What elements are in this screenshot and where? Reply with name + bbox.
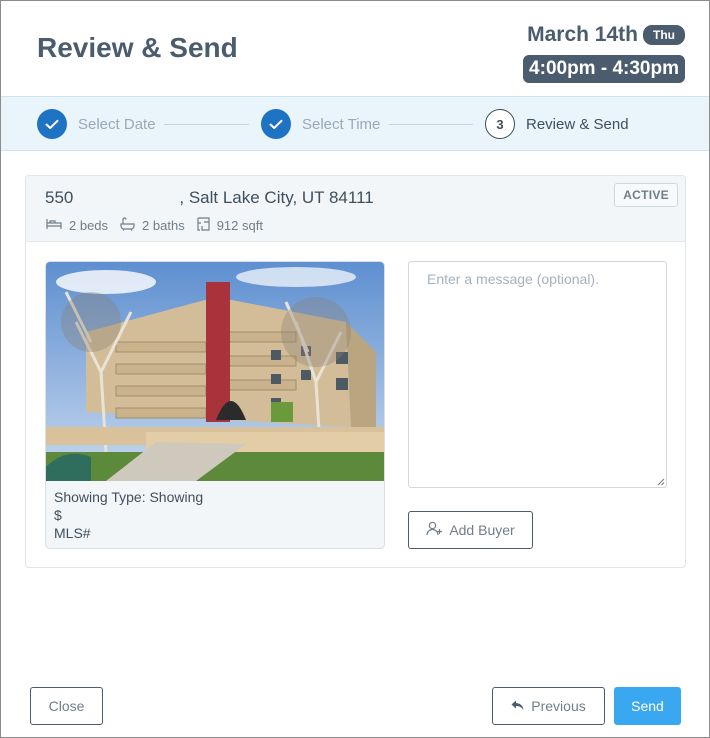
modal-header: Review & Send March 14th Thu 4:00pm - 4:… — [1, 1, 709, 96]
step-select-date[interactable]: Select Date — [37, 109, 156, 139]
review-send-modal: Review & Send March 14th Thu 4:00pm - 4:… — [0, 0, 710, 738]
listing-header: 550 , Salt Lake City, UT 84111 ACTIVE 2 b… — [26, 176, 685, 242]
add-buyer-button[interactable]: Add Buyer — [408, 511, 533, 549]
sqft-text: 912 sqft — [216, 218, 263, 233]
bed-icon — [46, 218, 69, 233]
message-input[interactable] — [408, 261, 667, 488]
listing-mls: MLS# — [54, 525, 91, 541]
beds-text: 2 beds — [69, 218, 109, 233]
bath-icon — [120, 217, 142, 234]
close-button[interactable]: Close — [30, 687, 103, 725]
listing-address: 550 , Salt Lake City, UT 84111 — [45, 188, 374, 208]
step-connector — [164, 124, 249, 125]
address-number: 550 — [45, 188, 74, 207]
listing-details: Showing Type: Showing $ MLS# — [54, 488, 203, 542]
page-title: Review & Send — [37, 32, 238, 63]
step-connector — [389, 124, 473, 125]
beds-fact: 2 beds — [46, 218, 108, 233]
floorplan-icon — [197, 217, 217, 234]
sqft-fact: 912 sqft — [197, 217, 263, 234]
previous-label: Previous — [531, 698, 586, 714]
day-badge: Thu — [643, 25, 685, 45]
send-button[interactable]: Send — [614, 687, 681, 725]
previous-button[interactable]: Previous — [492, 687, 605, 725]
user-plus-icon — [426, 521, 449, 539]
resize-handle-icon[interactable] — [656, 477, 665, 486]
reply-arrow-icon — [511, 698, 531, 714]
check-icon — [261, 109, 291, 139]
appointment-datetime: March 14th Thu 4:00pm - 4:30pm — [523, 23, 685, 83]
step-review-send: 3 Review & Send — [485, 109, 629, 139]
progress-stepper: Select Date Select Time 3 Review & Send — [1, 96, 709, 151]
listing-card: 550 , Salt Lake City, UT 84111 ACTIVE 2 b… — [25, 175, 686, 568]
address-city: , Salt Lake City, UT 84111 — [179, 188, 374, 207]
step-number: 3 — [485, 109, 515, 139]
baths-fact: 2 baths — [120, 217, 185, 234]
appointment-date: March 14th — [527, 23, 638, 46]
listing-facts: 2 beds 2 baths 912 sqft — [46, 217, 275, 234]
step-label: Select Date — [78, 115, 156, 133]
step-select-time[interactable]: Select Time — [261, 109, 380, 139]
check-icon — [37, 109, 67, 139]
step-label: Review & Send — [526, 115, 629, 133]
listing-photo — [46, 262, 384, 481]
add-buyer-label: Add Buyer — [449, 522, 515, 538]
baths-text: 2 baths — [142, 218, 185, 233]
listing-price: $ — [54, 507, 62, 523]
listing-photo-panel: Showing Type: Showing $ MLS# — [45, 261, 385, 549]
date-line: March 14th Thu — [523, 23, 685, 47]
status-badge: ACTIVE — [614, 183, 678, 207]
time-range-badge: 4:00pm - 4:30pm — [523, 55, 685, 83]
showing-type: Showing Type: Showing — [54, 489, 204, 505]
step-label: Select Time — [302, 115, 381, 133]
